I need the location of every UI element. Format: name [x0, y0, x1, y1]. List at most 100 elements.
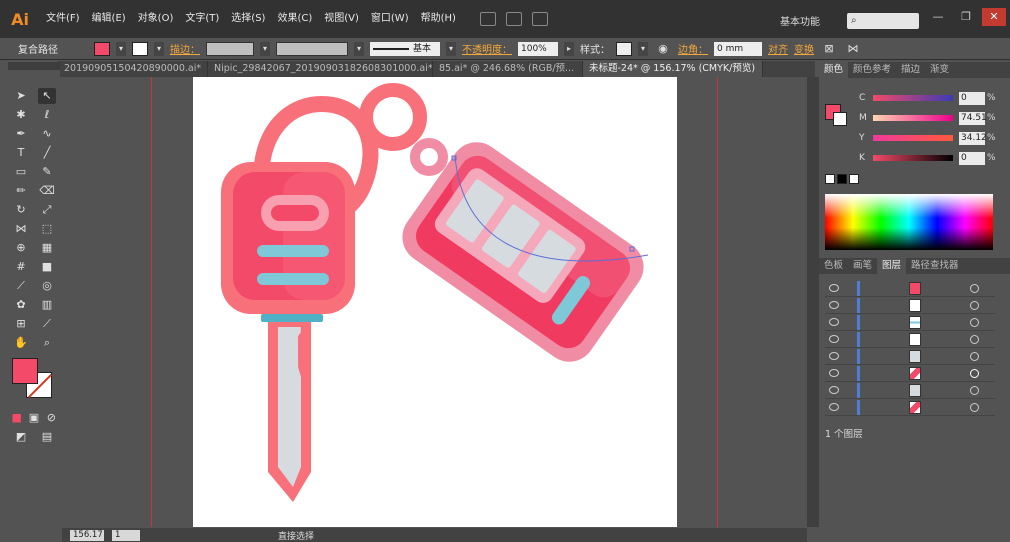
bridge-icon[interactable]: [479, 12, 496, 26]
white-swatch[interactable]: [849, 174, 859, 184]
target-icon[interactable]: [970, 386, 979, 395]
arrange-icon[interactable]: ⋈: [844, 41, 862, 57]
pencil-tool-icon[interactable]: ✏: [12, 183, 30, 199]
magic-wand-tool-icon[interactable]: ✱: [12, 107, 30, 123]
vertical-scrollbar[interactable]: [807, 77, 819, 527]
tab-color-guide[interactable]: 颜色参考: [848, 62, 896, 78]
slider-cyan[interactable]: C 0 %: [819, 88, 1010, 108]
slider-value[interactable]: 0: [959, 151, 985, 165]
stroke-swatch[interactable]: [132, 41, 148, 56]
corner-label[interactable]: 边角：: [678, 41, 708, 56]
tab-document-1[interactable]: 20190905150420890000.ai*: [58, 61, 208, 77]
menu-window[interactable]: 窗口(W): [365, 0, 415, 38]
symbol-sprayer-tool-icon[interactable]: ✿: [12, 297, 30, 313]
variable-width-dropdown[interactable]: [276, 41, 348, 56]
fill-swatch[interactable]: [94, 41, 110, 56]
mesh-tool-icon[interactable]: #: [12, 259, 30, 275]
eye-icon[interactable]: [829, 301, 839, 309]
menu-select[interactable]: 选择(S): [225, 0, 271, 38]
close-icon[interactable]: ✕: [982, 8, 1006, 26]
gpu-icon[interactable]: [531, 12, 548, 26]
transform-label[interactable]: 变换: [794, 41, 814, 56]
pen-tool-icon[interactable]: ✒: [12, 126, 30, 142]
tab-stroke[interactable]: 描边: [896, 62, 925, 78]
none-mode-icon[interactable]: ⊘: [43, 410, 60, 426]
slider-yellow[interactable]: Y 34.12 %: [819, 128, 1010, 148]
tab-pathfinder[interactable]: 路径查找器: [906, 258, 964, 274]
layer-row[interactable]: [825, 314, 995, 331]
chevron-down-icon[interactable]: ▾: [154, 41, 164, 56]
shape-builder-tool-icon[interactable]: ⊕: [12, 240, 30, 256]
recolor-icon[interactable]: ◉: [654, 41, 672, 57]
zoom-field[interactable]: 156.17: [70, 529, 104, 541]
chevron-down-icon[interactable]: ▾: [116, 41, 126, 56]
eye-icon[interactable]: [829, 403, 839, 411]
corner-field[interactable]: 0 mm: [714, 41, 762, 56]
eye-icon[interactable]: [829, 369, 839, 377]
menu-view[interactable]: 视图(V): [318, 0, 365, 38]
canvas-area[interactable]: [62, 77, 807, 527]
menu-object[interactable]: 对象(O): [132, 0, 180, 38]
menu-type[interactable]: 文字(T): [179, 0, 225, 38]
restore-icon[interactable]: ❐: [954, 8, 978, 26]
workspace-switcher[interactable]: 基本功能: [780, 13, 820, 28]
gradient-mode-icon[interactable]: ▣: [25, 410, 42, 426]
screen-mode-icon[interactable]: ▤: [38, 429, 56, 445]
stroke-style-dropdown[interactable]: 基本: [370, 41, 440, 56]
curvature-tool-icon[interactable]: ∿: [38, 126, 56, 142]
target-icon[interactable]: [970, 335, 979, 344]
tab-document-3[interactable]: 85.ai* @ 246.68% (RGB/预...: [433, 61, 583, 77]
perspective-grid-tool-icon[interactable]: ▦: [38, 240, 56, 256]
menu-effect[interactable]: 效果(C): [271, 0, 318, 38]
slice-tool-icon[interactable]: ⟋: [38, 316, 56, 332]
direct-selection-tool-icon[interactable]: ↖: [38, 87, 56, 104]
isolate-icon[interactable]: ⊠: [820, 41, 838, 57]
layer-row[interactable]: [825, 382, 995, 399]
zoom-tool-icon[interactable]: ⌕: [38, 335, 56, 351]
blend-tool-icon[interactable]: ◎: [38, 278, 56, 294]
target-icon[interactable]: [970, 403, 979, 412]
chevron-down-icon[interactable]: ▾: [260, 41, 270, 56]
arrange-documents-icon[interactable]: [505, 12, 522, 26]
key-blade[interactable]: [268, 312, 311, 502]
layer-row[interactable]: [825, 280, 995, 297]
slider-magenta[interactable]: M 74.51 %: [819, 108, 1010, 128]
layer-row[interactable]: [825, 331, 995, 348]
line-tool-icon[interactable]: ╱: [38, 145, 56, 161]
artboard-tool-icon[interactable]: ⊞: [12, 316, 30, 332]
tab-document-2[interactable]: Nipic_29842067_20190903182608301000.ai*: [208, 61, 433, 77]
slider-track[interactable]: [873, 155, 953, 161]
type-tool-icon[interactable]: T: [12, 145, 30, 161]
artboard-number-field[interactable]: 1: [112, 529, 140, 541]
tab-layers[interactable]: 图层: [877, 258, 907, 274]
slider-track[interactable]: [873, 95, 953, 101]
layer-row[interactable]: [825, 399, 995, 416]
eye-icon[interactable]: [829, 386, 839, 394]
menu-help[interactable]: 帮助(H): [415, 0, 462, 38]
slider-value[interactable]: 74.51: [959, 111, 987, 125]
stroke-label[interactable]: 描边：: [170, 41, 200, 56]
tab-swatches[interactable]: 色板: [819, 258, 848, 274]
target-icon[interactable]: [970, 318, 979, 327]
eye-icon[interactable]: [829, 318, 839, 326]
layer-row[interactable]: [825, 365, 995, 382]
target-icon[interactable]: [970, 284, 979, 293]
opacity-label[interactable]: 不透明度：: [462, 41, 512, 56]
eye-icon[interactable]: [829, 352, 839, 360]
tab-color[interactable]: 颜色: [819, 62, 849, 78]
selection-tool-icon[interactable]: ➤: [12, 88, 30, 104]
menu-edit[interactable]: 编辑(E): [86, 0, 132, 38]
draw-mode-icon[interactable]: ◩: [12, 429, 30, 445]
layer-row[interactable]: [825, 297, 995, 314]
chevron-down-icon[interactable]: ▾: [354, 41, 364, 56]
layer-row[interactable]: [825, 348, 995, 365]
slider-value[interactable]: 0: [959, 91, 985, 105]
eye-icon[interactable]: [829, 335, 839, 343]
key-head[interactable]: [221, 162, 355, 322]
color-mode-icon[interactable]: ■: [8, 410, 25, 426]
menu-file[interactable]: 文件(F): [40, 0, 86, 38]
eye-icon[interactable]: [829, 284, 839, 292]
fill-stroke-control[interactable]: [12, 358, 60, 408]
slider-track[interactable]: [873, 115, 953, 121]
toolbox-grip[interactable]: [8, 62, 60, 70]
